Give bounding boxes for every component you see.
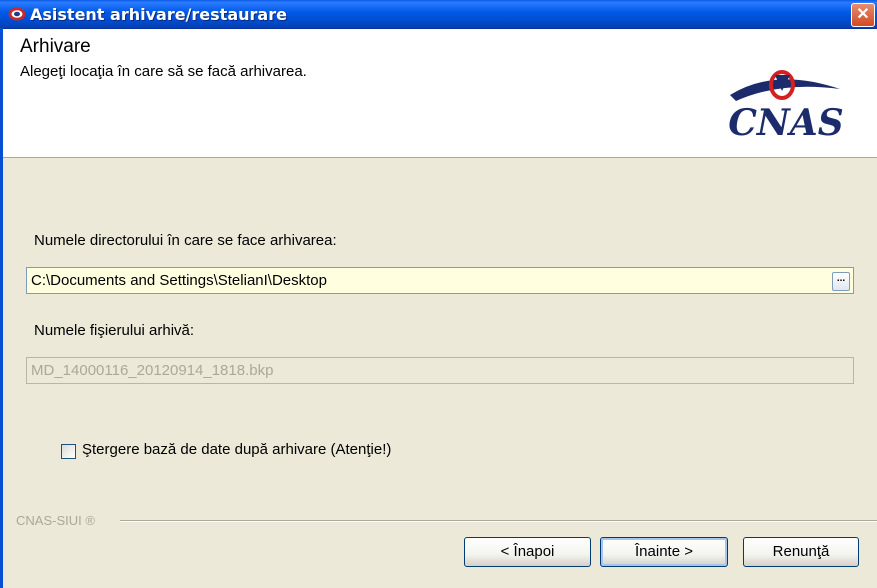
title-bar[interactable]: Asistent arhivare/restaurare ✕ <box>0 0 877 29</box>
window-title: Asistent arhivare/restaurare <box>30 5 287 24</box>
directory-input[interactable] <box>31 272 831 289</box>
archive-file-input <box>31 362 841 379</box>
dir-label: Numele directorului în care se face arhi… <box>34 232 337 249</box>
logo-text: CNAS <box>728 102 844 144</box>
archive-file-field <box>26 357 854 384</box>
back-button[interactable]: < Înapoi <box>464 537 591 567</box>
next-button[interactable]: Înainte > <box>600 537 728 567</box>
brand-label: CNAS-SIUI ® <box>16 513 95 528</box>
delete-db-checkbox[interactable] <box>61 444 76 459</box>
page-title: Arhivare <box>20 36 91 57</box>
cnas-logo: CNAS <box>728 70 844 144</box>
close-icon: ✕ <box>856 6 870 23</box>
directory-field[interactable]: ... <box>26 267 854 294</box>
page-subtitle: Alegeţi locaţia în care să se facă arhiv… <box>20 63 307 80</box>
app-icon <box>8 7 26 21</box>
delete-db-label[interactable]: Ştergere bază de date după arhivare (Ate… <box>82 441 391 458</box>
cancel-button[interactable]: Renunţă <box>743 537 859 567</box>
footer-divider <box>120 520 877 522</box>
browse-button[interactable]: ... <box>832 272 850 291</box>
file-label: Numele fişierului arhivă: <box>34 322 195 339</box>
close-button[interactable]: ✕ <box>851 3 875 27</box>
